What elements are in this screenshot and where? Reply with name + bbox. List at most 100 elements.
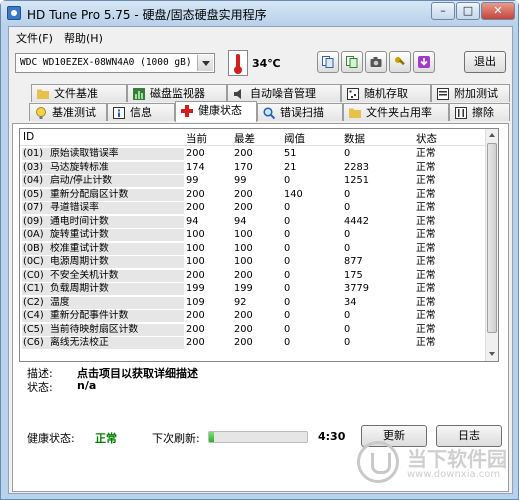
cell-threshold: 140 (284, 188, 303, 200)
table-scrollbar[interactable] (485, 129, 498, 361)
tab-health[interactable]: 健康状态 (175, 101, 257, 122)
tools-button[interactable] (389, 51, 411, 73)
exit-button[interactable]: 退出 (464, 51, 506, 73)
error-scan-icon (263, 107, 275, 119)
tab-aam[interactable]: 自动噪音管理 (227, 84, 341, 102)
cell-id: (05) (23, 188, 44, 200)
cell-threshold: 51 (284, 148, 297, 159)
column-header-threshold[interactable]: 阈值 (284, 131, 305, 146)
table-row[interactable]: (09) 通电时间计数 94 94 0 4442 正常 (20, 215, 486, 228)
table-row[interactable]: (0B) 校准重试计数 100 100 0 0 正常 (20, 242, 486, 255)
extra-tests-icon (437, 88, 449, 100)
cell-worst: 100 (234, 242, 253, 254)
cell-status: 正常 (416, 242, 436, 254)
cell-data: 0 (344, 202, 351, 213)
tab-label: 错误扫描 (280, 106, 324, 119)
smart-table[interactable]: ID 当前 最差 阈值 数据 状态 (01) 原始读取错误率 200 200 51 0 正常… (19, 128, 499, 362)
camera-icon (370, 57, 382, 67)
cell-threshold: 0 (284, 269, 291, 281)
cell-current: 100 (186, 242, 205, 254)
column-header-status[interactable]: 状态 (416, 131, 437, 146)
table-row[interactable]: (01) 原始读取错误率 200 200 51 0 正常 (20, 148, 486, 160)
scroll-thumb[interactable] (487, 143, 497, 333)
table-row[interactable]: (03) 马达旋转标准 174 170 21 2283 正常 (20, 161, 486, 174)
tab-folder-usage[interactable]: 文件夹占用率 (343, 103, 449, 121)
table-row[interactable]: (C0) 不安全关机计数 200 200 0 175 正常 (20, 269, 486, 282)
tab-label: 信息 (130, 106, 152, 119)
health-status-label: 健康状态: (27, 432, 75, 445)
table-row[interactable]: (C1) 负载周期计数 199 199 0 3779 正常 (20, 283, 486, 295)
copy-screen-button[interactable] (341, 51, 363, 73)
cell-worst: 94 (234, 215, 247, 227)
screenshot-button[interactable] (365, 51, 387, 73)
download-button[interactable] (413, 51, 435, 73)
table-row[interactable]: (07) 寻道错误率 200 200 0 0 正常 (20, 202, 486, 214)
column-header-worst[interactable]: 最差 (234, 131, 255, 146)
cell-data: 2283 (344, 161, 369, 173)
column-header-current[interactable]: 当前 (186, 131, 207, 146)
copy-text-button[interactable] (317, 51, 339, 73)
cell-status: 正常 (416, 323, 436, 335)
toolbar: WDC WD10EZEX-08WN4A0 (1000 gB) 34℃ 退出 (9, 47, 512, 83)
cell-data: 0 (344, 337, 351, 348)
cell-status: 正常 (416, 188, 436, 200)
table-row[interactable]: (C6) 离线无法校正 200 200 0 0 正常 (20, 337, 486, 349)
tab-erase[interactable]: 擦除 (449, 103, 510, 121)
column-header-id[interactable]: ID (23, 131, 34, 143)
maximize-button[interactable]: □ (456, 2, 480, 20)
tab-error-scan[interactable]: 错误扫描 (257, 103, 343, 121)
scroll-down-icon[interactable] (486, 348, 498, 361)
drive-select-value: WDC WD10EZEX-08WN4A0 (1000 gB) (20, 57, 192, 68)
tab-disk-monitor[interactable]: 磁盘监视器 (127, 84, 227, 102)
cell-data: 4442 (344, 215, 369, 227)
cell-status: 正常 (416, 337, 436, 348)
column-header-data[interactable]: 数据 (344, 131, 365, 146)
menu-file[interactable]: 文件(F) (16, 30, 53, 46)
next-refresh-label: 下次刷新: (152, 432, 200, 445)
scroll-up-icon[interactable] (486, 129, 498, 142)
table-row[interactable]: (05) 重新分配扇区计数 200 200 140 0 正常 (20, 188, 486, 201)
speaker-icon (234, 89, 241, 99)
cell-name: 负载周期计数 (50, 283, 109, 294)
table-row[interactable]: (C2) 温度 109 92 0 34 正常 (20, 296, 486, 309)
tab-extra-tests[interactable]: 附加测试 (431, 84, 510, 102)
cell-status: 正常 (416, 202, 436, 213)
table-row[interactable]: (C5) 当前待映射扇区计数 200 200 0 0 正常 (20, 323, 486, 336)
cell-threshold: 0 (284, 256, 291, 267)
window-title: HD Tune Pro 5.75 - 硬盘/固态硬盘实用程序 (27, 8, 267, 22)
table-row[interactable]: (C4) 重新分配事件计数 200 200 0 0 正常 (20, 310, 486, 322)
cell-worst: 170 (234, 161, 253, 173)
cell-worst: 200 (234, 310, 253, 321)
cell-status: 正常 (416, 148, 436, 159)
tab-random-access[interactable]: 随机存取 (341, 84, 431, 102)
table-row[interactable]: (04) 启动/停止计数 99 99 0 1251 正常 (20, 175, 486, 187)
cell-data: 0 (344, 323, 351, 335)
table-row[interactable]: (0A) 旋转重试计数 100 100 0 0 正常 (20, 229, 486, 241)
minimize-button[interactable]: – (431, 2, 455, 20)
title-bar: HD Tune Pro 5.75 - 硬盘/固态硬盘实用程序 – □ ✕ (1, 1, 518, 25)
tab-info[interactable]: 信息 (107, 103, 175, 121)
cell-id: (01) (23, 148, 44, 159)
close-button[interactable]: ✕ (481, 2, 515, 20)
cell-worst: 200 (234, 148, 253, 159)
cell-worst: 200 (234, 337, 253, 348)
tab-label: 磁盘监视器 (150, 87, 205, 100)
tab-file-benchmark[interactable]: 文件基准 (31, 84, 127, 102)
table-row[interactable]: (0C) 电源周期计数 100 100 0 877 正常 (20, 256, 486, 268)
cell-name: 通电时间计数 (50, 215, 109, 227)
cell-threshold: 0 (284, 337, 291, 348)
cell-data: 0 (344, 188, 351, 200)
cell-current: 200 (186, 323, 205, 335)
cell-status: 正常 (416, 229, 436, 240)
drive-select[interactable]: WDC WD10EZEX-08WN4A0 (1000 gB) (15, 53, 215, 73)
tab-benchmark[interactable]: 基准测试 (29, 103, 107, 121)
cell-data: 877 (344, 256, 363, 267)
cell-current: 94 (186, 215, 199, 227)
cell-threshold: 0 (284, 296, 291, 308)
cell-worst: 200 (234, 269, 253, 281)
menu-help[interactable]: 帮助(H) (64, 30, 103, 46)
erase-icon (455, 107, 467, 119)
tab-strip: 文件基准 磁盘监视器 自动噪音管理 随机存取 附加测试 基准测试 信息 健康状态… (9, 84, 512, 124)
app-window: HD Tune Pro 5.75 - 硬盘/固态硬盘实用程序 – □ ✕ 文件(… (0, 0, 519, 500)
attribute-status-label: 状态: (27, 381, 53, 394)
